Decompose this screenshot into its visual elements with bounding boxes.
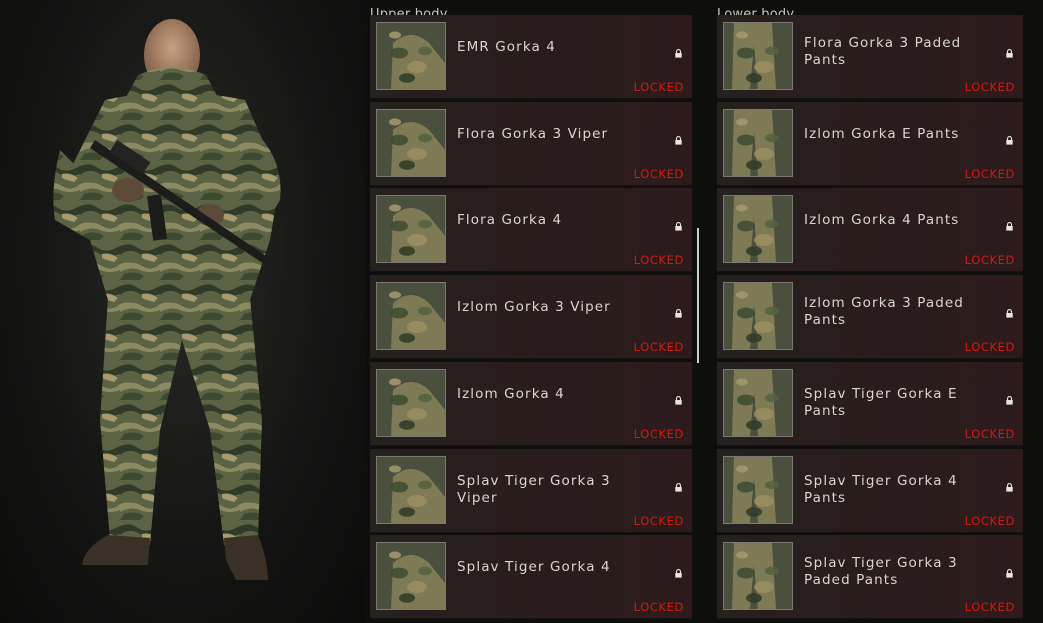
lock-icon — [1006, 477, 1013, 492]
outfit-item[interactable]: Izlom Gorka E Pants LOCKED — [717, 101, 1023, 186]
outfit-item-name: Splav Tiger Gorka 4 — [457, 559, 611, 576]
locked-status-label: LOCKED — [964, 253, 1015, 268]
outfit-item-name: Splav Tiger Gorka 3 Paded Pants — [804, 555, 958, 589]
outfit-item[interactable]: EMR Gorka 4 LOCKED — [370, 15, 692, 99]
outfit-item-name: EMR Gorka 4 — [457, 39, 556, 55]
outfit-item-name: Splav Tiger Gorka E Pants — [804, 385, 958, 419]
outfit-item[interactable]: Izlom Gorka 4 LOCKED — [370, 361, 692, 446]
locked-status-label: LOCKED — [633, 166, 684, 181]
lock-icon — [1006, 43, 1013, 58]
outfit-item-name: Izlom Gorka 3 Viper — [457, 299, 611, 316]
outfit-item[interactable]: Izlom Gorka 3 Viper LOCKED — [370, 275, 692, 360]
locked-status-label: LOCKED — [633, 340, 684, 355]
lock-icon — [675, 303, 682, 318]
character-preview[interactable] — [0, 0, 365, 623]
pants-thumbnail — [723, 542, 793, 611]
locked-status-label: LOCKED — [964, 600, 1015, 615]
locked-status-label: LOCKED — [633, 253, 684, 268]
jacket-thumbnail — [376, 542, 446, 611]
lock-icon — [1006, 563, 1013, 578]
outfit-item[interactable]: Flora Gorka 3 Viper LOCKED — [370, 101, 692, 186]
locked-status-label: LOCKED — [633, 600, 684, 615]
locked-status-label: LOCKED — [633, 426, 684, 441]
outfit-item[interactable]: Flora Gorka 3 Paded Pants LOCKED — [717, 15, 1023, 99]
locked-status-label: LOCKED — [964, 80, 1015, 94]
pants-thumbnail — [723, 455, 793, 524]
lock-icon — [675, 216, 682, 231]
outfit-item[interactable]: Splav Tiger Gorka 3 Paded Pants LOCKED — [717, 535, 1023, 620]
outfit-item-name: Izlom Gorka 4 Pants — [804, 212, 960, 229]
outfit-item[interactable]: Splav Tiger Gorka 4 LOCKED — [370, 535, 692, 620]
outfit-item-name: Flora Gorka 3 Viper — [457, 125, 609, 142]
jacket-thumbnail — [376, 368, 446, 437]
jacket-thumbnail — [376, 195, 446, 264]
outfit-item-name: Splav Tiger Gorka 4 Pants — [804, 472, 958, 506]
locked-status-label: LOCKED — [964, 340, 1015, 355]
lock-icon — [675, 43, 682, 58]
lock-icon — [675, 477, 682, 492]
outfit-item[interactable]: Splav Tiger Gorka 4 Pants LOCKED — [717, 448, 1023, 533]
outfit-item-name: Izlom Gorka 3 Paded Pants — [804, 295, 964, 329]
outfit-item[interactable]: Splav Tiger Gorka 3 Viper LOCKED — [370, 448, 692, 533]
lock-icon — [675, 563, 682, 578]
lock-icon — [675, 130, 682, 145]
outfit-item[interactable]: Splav Tiger Gorka E Pants LOCKED — [717, 361, 1023, 446]
outfit-item[interactable]: Izlom Gorka 3 Paded Pants LOCKED — [717, 275, 1023, 360]
upper-list-scrollbar[interactable] — [697, 228, 699, 363]
outfit-item-name: Flora Gorka 4 — [457, 212, 563, 229]
locked-status-label: LOCKED — [964, 426, 1015, 441]
lock-icon — [675, 390, 682, 405]
outfit-item-name: Splav Tiger Gorka 3 Viper — [457, 472, 611, 506]
outfit-item[interactable]: Flora Gorka 4 LOCKED — [370, 188, 692, 273]
lock-icon — [1006, 390, 1013, 405]
jacket-thumbnail — [376, 282, 446, 351]
upper-body-column: Upper body EMR Gorka 4LOCKEDFlora Gorka … — [370, 0, 692, 623]
outfit-item-name: Flora Gorka 3 Paded Pants — [804, 35, 962, 68]
outfit-item-name: Izlom Gorka E Pants — [804, 125, 960, 142]
jacket-thumbnail — [376, 108, 446, 177]
pants-thumbnail — [723, 282, 793, 351]
locked-status-label: LOCKED — [633, 513, 684, 528]
outfit-item[interactable]: Izlom Gorka 4 Pants LOCKED — [717, 188, 1023, 273]
pants-thumbnail — [723, 108, 793, 177]
character-model-image — [53, 19, 281, 580]
locked-status-label: LOCKED — [964, 513, 1015, 528]
lock-icon — [1006, 130, 1013, 145]
lower-body-column: Lower body Flora Gorka 3 Paded PantsLOCK… — [717, 0, 1023, 623]
jacket-thumbnail — [376, 22, 446, 90]
locked-status-label: LOCKED — [964, 166, 1015, 181]
pants-thumbnail — [723, 195, 793, 264]
jacket-thumbnail — [376, 455, 446, 524]
locked-status-label: LOCKED — [633, 80, 684, 94]
pants-thumbnail — [723, 368, 793, 437]
pants-thumbnail — [723, 22, 793, 90]
lock-icon — [1006, 303, 1013, 318]
outfit-item-name: Izlom Gorka 4 — [457, 385, 565, 402]
lock-icon — [1006, 216, 1013, 231]
